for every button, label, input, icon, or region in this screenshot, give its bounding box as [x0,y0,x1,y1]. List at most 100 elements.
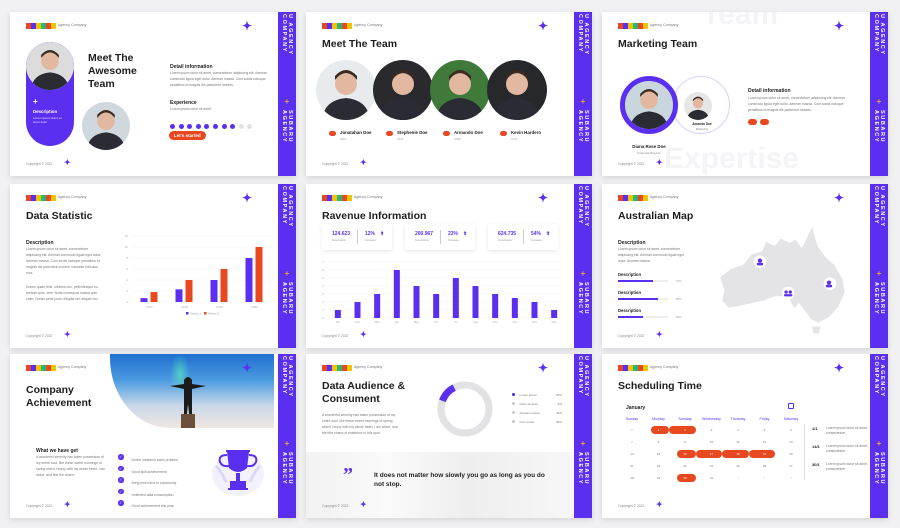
side-strip: U AGENCY COMPANY + SUBARU AGENCY [574,184,592,348]
slide-meet-the-team[interactable]: Meet The Team Jonatahan Doe CEO Stephenie … [306,12,592,176]
calendar-day[interactable]: 18 [726,450,750,458]
calendar-day[interactable]: 19 [753,450,777,458]
slide-data-statistic[interactable]: Data Statistic Description Lorem ipsum d… [10,184,296,348]
lets-started-button[interactable]: Let's started [169,131,206,140]
calendar-icon[interactable] [788,403,794,409]
logo-letter: U [346,23,352,29]
calendar-day[interactable]: 10 [700,438,724,446]
calendar-day[interactable]: 22 [647,462,671,470]
logo-letter: A [40,365,46,371]
calendar-day[interactable]: 27 [779,462,803,470]
progress-label: Description [618,308,642,313]
calendar-day[interactable]: 3 [779,474,803,482]
calendar-day[interactable]: 17 [700,450,724,458]
calendar-day[interactable]: 15 [647,450,671,458]
progress-percent: 80% [676,297,682,301]
calendar-day[interactable]: 1 [647,426,671,434]
calendar-day[interactable]: 24 [700,462,724,470]
slide-marketing-team[interactable]: Team Expertise Marketing Team Amanda Doe… [602,12,888,176]
calendar-day[interactable]: 9 [673,438,697,446]
calendar-day[interactable]: 30 [673,474,697,482]
legend-item: Dolor sit amet 5% [512,399,562,408]
calendar-day[interactable]: 2 [673,426,697,434]
social-button[interactable] [760,119,769,125]
progress-label: Description [618,290,642,295]
slide-company-achievement[interactable]: Company Achievement What we have get A w… [10,354,296,518]
bar-jan [334,310,341,318]
logo-letter: A [336,365,342,371]
calendar-day[interactable]: 20 [779,450,803,458]
social-icon[interactable] [329,131,336,136]
calendar-day[interactable]: 7 [620,438,644,446]
rating-dot [212,124,218,129]
stat-percent: 12% [365,231,376,237]
calendar-day[interactable]: 23 [673,462,697,470]
calendar-day[interactable]: 13 [779,438,803,446]
x-tick-label: Jul [454,320,458,324]
company-label: Agency Company [354,195,383,199]
calendar-day[interactable]: 31 [700,474,724,482]
slide-meet-awesome-team[interactable]: + Description Lorem ipsum dolor sit amet… [10,12,296,176]
calendar-day[interactable]: 16 [673,450,697,458]
member-name: Kevin Hardero [511,130,542,135]
logo-letter: U [50,23,56,29]
calendar-day[interactable]: 2 [753,474,777,482]
bar-dec [551,310,558,318]
calendar-day[interactable]: 5 [753,426,777,434]
calendar-day[interactable]: 29 [647,474,671,482]
y-tick-label: 4 [126,278,128,282]
calendar-day[interactable]: 3 [700,426,724,434]
slide-title: Data Statistic [26,210,93,222]
social-icon[interactable] [443,131,450,136]
sparkle-icon: ✦ [538,191,549,205]
side-strip: U AGENCY COMPANY + SUBARU AGENCY [870,12,888,176]
side-strip: U AGENCY COMPANY + SUBARU AGENCY [278,184,296,348]
detail-text: Lorem ipsum dolor sit amet, consectetuer… [170,71,267,87]
calendar-day[interactable]: 6 [779,426,803,434]
progress-fill [618,298,658,300]
quote-icon: ” [343,464,353,486]
calendar-day[interactable]: 12 [753,438,777,446]
slide-revenue-information[interactable]: Ravenue Information 124.623 Description … [306,184,592,348]
calendar-day[interactable]: 28 [620,474,644,482]
slide-australian-map[interactable]: Australian Map Description Lorem ipsum d… [602,184,888,348]
calendar-day[interactable]: 21 [620,462,644,470]
calendar-day[interactable]: 1 [726,474,750,482]
calendar-day[interactable]: 31 [620,426,644,434]
sparkle-icon: ✦ [834,191,845,205]
slide-data-audience[interactable]: Data Audience & Consument A wonderful se… [306,354,592,518]
strip-text: SUBARU AGENCY [873,452,885,486]
note-date: 14/1 [812,444,820,449]
calendar-day[interactable]: 26 [753,462,777,470]
side-strip: U AGENCY COMPANY + SUBARU AGENCY [870,184,888,348]
logo-letter: A [632,195,638,201]
social-icon[interactable] [500,131,507,136]
logo-letter: U [346,365,352,371]
logo-letter: U [30,365,36,371]
copyright-text: Copyright © 2022 [322,504,349,508]
bar-series-1 [210,280,218,302]
y-tick-label: 6 [126,267,128,271]
y-tick-label: 6 [322,268,324,272]
what-we-have-text: A wonderful serenity has taken possessio… [36,455,106,477]
y-tick-label: 1 [322,308,324,312]
x-tick-label: 2019 [216,305,223,309]
social-icon[interactable] [386,131,393,136]
legend-value: 30% [555,419,562,424]
calendar-day[interactable]: 8 [647,438,671,446]
strip-text: SUBARU AGENCY [873,282,885,316]
strip-text: SUBARU AGENCY [577,110,589,144]
divider [523,230,524,244]
social-button[interactable] [748,119,757,125]
slide-title: Scheduling Time [618,380,702,392]
slide-scheduling-time[interactable]: Scheduling Time January Sunday Monday Tues… [602,354,888,518]
strip-text: U AGENCY COMPANY [577,356,589,398]
legend-marker [512,393,515,396]
stat-value: 124.623 [332,231,351,237]
brand-logo: SUBARU [618,195,648,201]
calendar-day[interactable]: 11 [726,438,750,446]
calendar-day[interactable]: 25 [726,462,750,470]
calendar-day[interactable]: 14 [620,450,644,458]
company-label: Agency Company [58,23,87,27]
calendar-day[interactable]: 4 [726,426,750,434]
